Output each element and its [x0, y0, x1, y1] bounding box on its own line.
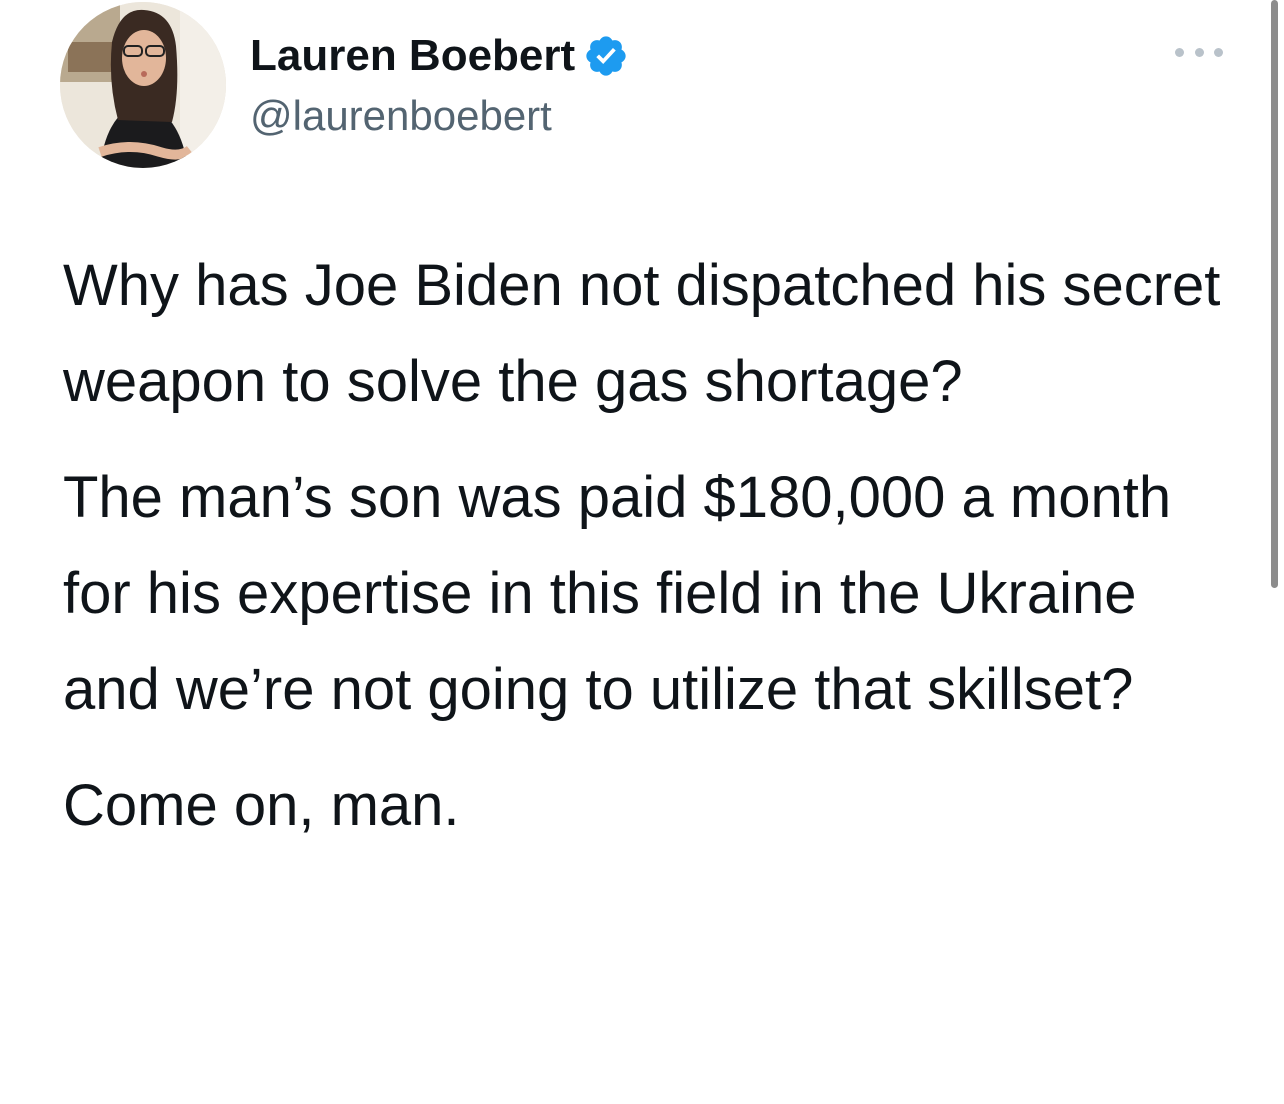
tweet-paragraph: Come on, man. [63, 773, 460, 838]
author-handle[interactable]: @laurenboebert [250, 90, 552, 142]
author-name-row[interactable]: Lauren Boebert [250, 30, 629, 82]
ellipsis-icon [1194, 47, 1204, 57]
tweet-text: Why has Joe Biden not dispatched his sec… [63, 238, 1243, 854]
tweet: Lauren Boebert @laurenboebert Why has Jo… [0, 0, 1284, 1104]
tweet-paragraph: The man’s son was paid $180,000 a month … [63, 465, 1172, 722]
more-options-button[interactable] [1175, 40, 1223, 64]
ellipsis-icon [1214, 47, 1223, 57]
profile-photo-icon [60, 2, 226, 168]
verified-badge-icon [586, 36, 626, 76]
tweet-paragraph: Why has Joe Biden not dispatched his sec… [63, 253, 1221, 414]
ellipsis-icon [1175, 47, 1184, 57]
scrollbar[interactable] [1271, 0, 1278, 588]
avatar[interactable] [60, 2, 226, 168]
display-name[interactable]: Lauren Boebert [250, 30, 575, 82]
